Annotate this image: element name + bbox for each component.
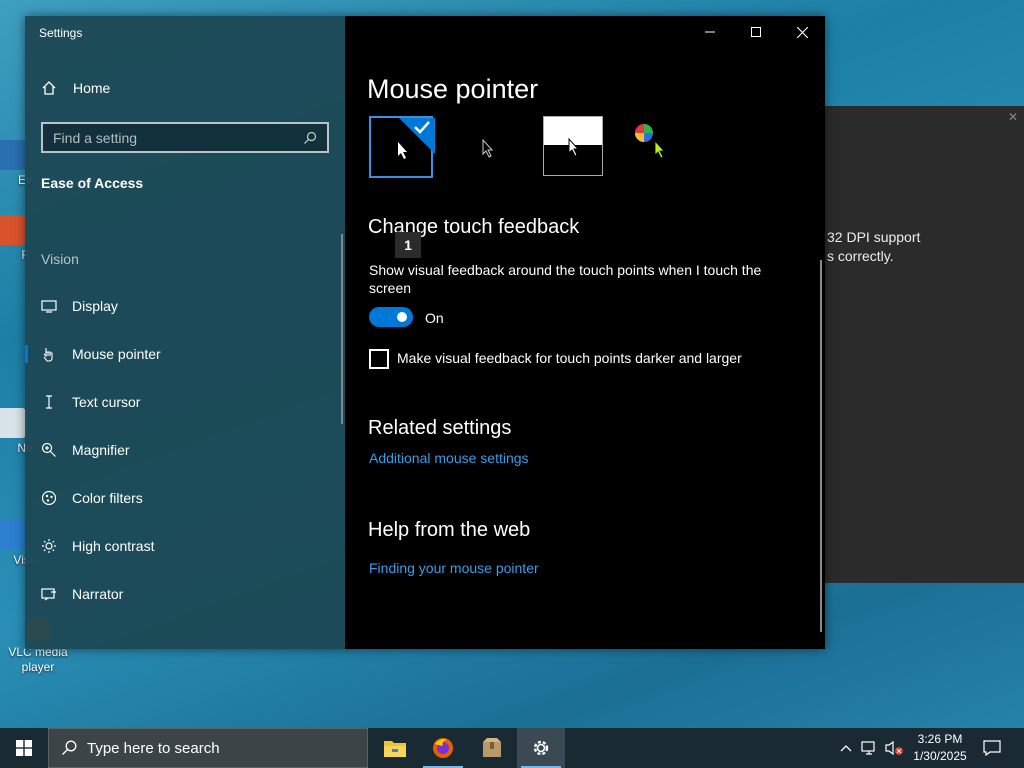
pointer-style-inverted[interactable]	[543, 116, 603, 176]
sidebar-item-mouse-pointer[interactable]: Mouse pointer	[25, 332, 345, 376]
package-icon	[483, 738, 501, 757]
sidebar: Settings Home Ease of Access Vision Disp…	[25, 16, 345, 649]
sidebar-item-label: Display	[72, 298, 118, 314]
sidebar-item-display[interactable]: Display	[25, 284, 345, 328]
sidebar-item-label: Text cursor	[72, 394, 141, 410]
darker-larger-checkbox[interactable]	[369, 349, 389, 369]
app-title: Settings	[39, 26, 83, 40]
volume-status[interactable]	[884, 738, 904, 758]
related-settings-heading: Related settings	[368, 417, 512, 439]
visual-studio-icon	[0, 520, 26, 550]
text-cursor-icon	[41, 394, 57, 410]
taskbar-clock[interactable]: 3:26 PM 1/30/2025	[905, 731, 975, 765]
maximize-button[interactable]	[733, 16, 779, 48]
home-icon	[42, 81, 56, 95]
group-label-vision: Vision	[41, 251, 79, 267]
black-pointer-icon	[482, 138, 494, 158]
minimize-icon	[705, 31, 715, 33]
taskbar-settings[interactable]	[517, 728, 565, 768]
touch-feedback-toggle[interactable]	[369, 307, 413, 327]
taskbar-search[interactable]	[48, 728, 368, 768]
taskbar-search-input[interactable]	[87, 739, 337, 757]
home-label: Home	[73, 80, 111, 96]
inverted-pointer-icon	[568, 137, 580, 157]
taskbar: 3:26 PM 1/30/2025	[0, 728, 1024, 768]
desktop-icon-label: VLC media player	[8, 645, 68, 674]
sidebar-scrollbar[interactable]	[341, 234, 343, 424]
network-status[interactable]	[860, 738, 880, 758]
action-center-button[interactable]	[982, 738, 1002, 758]
background-text-line: s correctly.	[827, 248, 894, 264]
help-heading: Help from the web	[368, 519, 531, 541]
notification-icon	[983, 740, 1001, 756]
high-contrast-icon	[41, 538, 57, 554]
checkbox-label: Make visual feedback for touch points da…	[397, 350, 742, 366]
clock-date: 1/30/2025	[913, 749, 967, 763]
home-nav-item[interactable]: Home	[41, 80, 110, 96]
close-icon[interactable]: ✕	[1008, 110, 1018, 124]
firefox-icon	[433, 738, 453, 758]
color-filters-icon	[41, 490, 57, 506]
section-title: Ease of Access	[41, 175, 144, 191]
windows-logo-icon	[16, 740, 32, 756]
sidebar-item-magnifier[interactable]: Magnifier	[25, 428, 345, 472]
find-setting-search[interactable]	[41, 122, 329, 153]
sidebar-item-high-contrast[interactable]: High contrast	[25, 524, 345, 568]
settings-window: Settings Home Ease of Access Vision Disp…	[25, 16, 825, 649]
selected-check-icon	[398, 118, 435, 159]
pointer-style-custom-color[interactable]	[627, 116, 687, 176]
file-explorer-icon	[384, 741, 406, 757]
monitor-icon	[41, 298, 57, 314]
sidebar-item-text-cursor[interactable]: Text cursor	[25, 380, 345, 424]
sidebar-item-label: Magnifier	[72, 442, 130, 458]
close-icon	[796, 26, 808, 38]
step-badge: 1	[395, 232, 421, 258]
additional-mouse-settings-link[interactable]: Additional mouse settings	[369, 450, 529, 466]
close-button[interactable]	[779, 16, 825, 48]
maximize-icon	[751, 27, 761, 37]
sidebar-item-label: Color filters	[72, 490, 143, 506]
network-icon	[861, 741, 875, 755]
minimize-button[interactable]	[687, 16, 733, 48]
taskbar-file-explorer[interactable]	[371, 728, 419, 768]
toggle-state-label: On	[425, 310, 444, 326]
start-button[interactable]	[0, 728, 48, 768]
mouse-pointer-icon	[41, 346, 57, 362]
background-text-line: 32 DPI support	[827, 229, 921, 245]
show-hidden-icons-button[interactable]	[836, 738, 856, 758]
sidebar-item-color-filters[interactable]: Color filters	[25, 476, 345, 520]
volume-muted-icon	[885, 740, 903, 756]
content-scrollbar[interactable]	[820, 260, 822, 632]
search-icon[interactable]	[303, 131, 317, 145]
shortcut-icon	[0, 140, 26, 170]
pointer-style-black[interactable]	[466, 116, 526, 176]
sidebar-item-label: Narrator	[72, 586, 124, 602]
chevron-up-icon	[840, 745, 852, 752]
page-title: Mouse pointer	[367, 74, 539, 104]
clock-time: 3:26 PM	[917, 732, 963, 746]
taskbar-package-app[interactable]	[468, 728, 516, 768]
shortcut-icon	[0, 215, 26, 245]
finding-pointer-link[interactable]: Finding your mouse pointer	[369, 560, 539, 576]
search-input[interactable]	[53, 129, 303, 146]
pointer-style-white-selected[interactable]	[369, 116, 435, 178]
custom-color-pointer-icon	[635, 124, 665, 159]
narrator-icon	[41, 586, 57, 602]
taskbar-firefox[interactable]	[419, 728, 467, 768]
touch-feedback-description: Show visual feedback around the touch po…	[369, 262, 762, 296]
magnifier-icon	[41, 442, 57, 458]
settings-gear-icon	[533, 740, 549, 756]
background-window: ✕ 32 DPI support s correctly.	[825, 106, 1024, 583]
search-icon	[62, 740, 77, 755]
sidebar-item-label: High contrast	[72, 538, 155, 554]
sidebar-item-narrator[interactable]: Narrator	[25, 572, 345, 616]
content-pane: Mouse pointer Change touch feedback 1 Sh…	[345, 16, 825, 649]
sidebar-item-label: Mouse pointer	[72, 346, 161, 362]
notepad-icon	[0, 408, 26, 438]
